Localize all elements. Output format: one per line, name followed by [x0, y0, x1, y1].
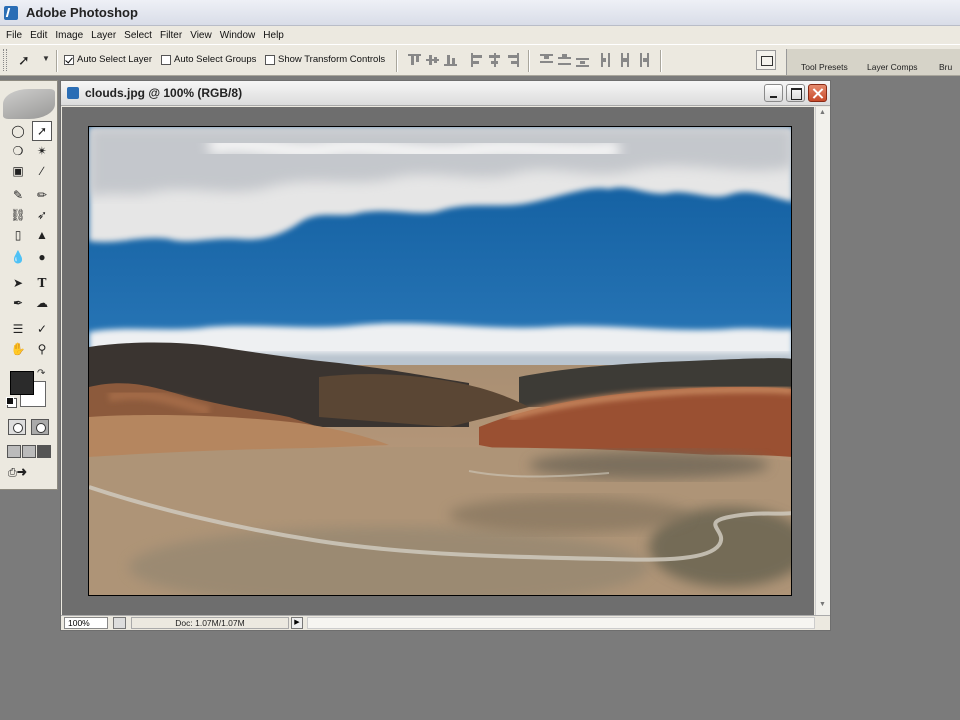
default-colors-icon[interactable]: [6, 397, 14, 405]
separator: [660, 50, 662, 72]
healing-brush-tool-icon[interactable]: ✎: [8, 185, 28, 205]
zoom-tool-icon[interactable]: ⚲: [32, 339, 52, 359]
pen-tool-icon[interactable]: ✒: [8, 293, 28, 313]
slice-tool-icon[interactable]: ∕: [32, 161, 52, 181]
quick-mask-mode-button[interactable]: [31, 419, 49, 435]
separator: [396, 50, 398, 72]
distribute-horizontal-centers-icon[interactable]: [618, 53, 631, 67]
menu-edit[interactable]: Edit: [28, 30, 53, 41]
separator: [56, 50, 58, 72]
tab-tool-presets[interactable]: Tool Presets: [801, 62, 848, 72]
custom-shape-tool-icon[interactable]: ☁: [32, 293, 52, 313]
standard-screen-mode-button[interactable]: [7, 445, 21, 458]
adobe-feather-logo[interactable]: [3, 89, 55, 119]
landscape-photo[interactable]: [88, 126, 792, 596]
eraser-tool-icon[interactable]: ▯: [8, 225, 28, 245]
checkbox-box[interactable]: [265, 54, 275, 65]
history-brush-tool-icon[interactable]: ➶: [32, 205, 52, 225]
menu-file[interactable]: File: [4, 30, 28, 41]
menu-image[interactable]: Image: [53, 30, 89, 41]
eyedropper-tool-icon[interactable]: ✓: [32, 319, 52, 339]
document-titlebar[interactable]: clouds.jpg @ 100% (RGB/8): [61, 81, 830, 106]
zoom-field[interactable]: 100%: [64, 617, 108, 629]
vertical-scrollbar[interactable]: ▲ ▼: [815, 107, 830, 615]
jump-to-imageready-icon[interactable]: ⎙➜: [8, 467, 50, 485]
options-bar-grip[interactable]: [3, 49, 7, 71]
landscape-photo-image: [89, 127, 791, 595]
distribute-right-edges-icon[interactable]: [636, 53, 649, 67]
full-screen-menu-mode-button[interactable]: [22, 445, 36, 458]
clone-stamp-tool-icon[interactable]: ⛓: [8, 205, 28, 225]
distribute-top-edges-icon[interactable]: [540, 53, 553, 67]
foreground-color-swatch[interactable]: [10, 371, 34, 395]
swap-colors-icon[interactable]: ↷: [37, 368, 45, 379]
notes-tool-icon[interactable]: ☰: [8, 319, 28, 339]
auto-select-groups-label: Auto Select Groups: [174, 54, 257, 65]
maximize-button[interactable]: [786, 84, 805, 102]
align-vertical-centers-icon[interactable]: [426, 53, 439, 67]
horizontal-scrollbar[interactable]: [307, 617, 815, 629]
file-browser-button[interactable]: [756, 50, 776, 70]
document-title: clouds.jpg @ 100% (RGB/8): [85, 86, 243, 100]
document-icon: [67, 87, 79, 99]
menu-window[interactable]: Window: [218, 30, 262, 41]
toolbox: ◯ ➚ ❍ ✴ ▣ ∕ ✎ ✏ ⛓ ➶ ▯ ▲ 💧 ● ➤ T ✒ ☁ ☰ ✓ …: [0, 80, 58, 490]
dodge-tool-icon[interactable]: ●: [32, 247, 52, 267]
chevron-down-icon[interactable]: ▼: [42, 54, 50, 63]
path-selection-tool-icon[interactable]: ➤: [8, 273, 28, 293]
auto-select-groups-checkbox[interactable]: Auto Select Groups: [161, 54, 256, 65]
show-transform-controls-checkbox[interactable]: Show Transform Controls: [265, 54, 385, 65]
menu-filter[interactable]: Filter: [158, 30, 188, 41]
menu-select[interactable]: Select: [122, 30, 158, 41]
status-menu-arrow-icon[interactable]: ▶: [291, 617, 303, 629]
menu-layer[interactable]: Layer: [89, 30, 122, 41]
distribute-left-edges-icon[interactable]: [600, 53, 613, 67]
brush-tool-icon[interactable]: ✏: [32, 185, 52, 205]
align-top-edges-icon[interactable]: [408, 53, 421, 67]
hand-tool-icon[interactable]: ✋: [8, 339, 28, 359]
palette-well: Tool Presets Layer Comps Bru: [786, 49, 960, 75]
doc-size-info: Doc: 1.07M/1.07M: [131, 617, 289, 629]
separator: [528, 50, 530, 72]
canvas-area[interactable]: [62, 107, 814, 615]
close-button[interactable]: [808, 84, 827, 102]
auto-select-layer-label: Auto Select Layer: [77, 54, 152, 65]
move-tool-preset-icon[interactable]: ➚: [18, 52, 30, 69]
elliptical-marquee-tool-icon[interactable]: ◯: [8, 121, 28, 141]
options-bar: ➚ ▼ Auto Select Layer Auto Select Groups…: [0, 44, 960, 76]
align-bottom-edges-icon[interactable]: [444, 53, 457, 67]
status-bar: 100% Doc: 1.07M/1.07M ▶: [61, 615, 830, 630]
align-left-edges-icon[interactable]: [470, 53, 483, 67]
move-tool-icon[interactable]: ➚: [32, 121, 52, 141]
scroll-down-icon[interactable]: ▼: [819, 601, 826, 608]
type-tool-icon[interactable]: T: [32, 273, 52, 293]
paint-bucket-tool-icon[interactable]: ▲: [32, 225, 52, 245]
align-right-edges-icon[interactable]: [506, 53, 519, 67]
full-screen-mode-button[interactable]: [37, 445, 51, 458]
standard-mode-button[interactable]: [8, 419, 26, 435]
app-title: Adobe Photoshop: [26, 5, 138, 20]
menu-view[interactable]: View: [188, 30, 218, 41]
crop-tool-icon[interactable]: ▣: [8, 161, 28, 181]
scroll-up-icon[interactable]: ▲: [819, 109, 826, 116]
align-horizontal-centers-icon[interactable]: [488, 53, 501, 67]
tab-brushes[interactable]: Bru: [939, 62, 952, 72]
minimize-button[interactable]: [764, 84, 783, 102]
auto-select-layer-checkbox[interactable]: Auto Select Layer: [64, 54, 152, 65]
magic-wand-tool-icon[interactable]: ✴: [32, 141, 52, 161]
app-titlebar: Adobe Photoshop: [0, 0, 960, 26]
menu-bar: File Edit Image Layer Select Filter View…: [0, 26, 960, 44]
show-transform-controls-label: Show Transform Controls: [278, 54, 386, 65]
checkbox-box[interactable]: [161, 54, 171, 65]
status-info-icon[interactable]: [113, 617, 126, 629]
tab-layer-comps[interactable]: Layer Comps: [867, 62, 918, 72]
distribute-vertical-centers-icon[interactable]: [558, 53, 571, 67]
lasso-tool-icon[interactable]: ❍: [8, 141, 28, 161]
checkbox-box[interactable]: [64, 54, 74, 65]
distribute-bottom-edges-icon[interactable]: [576, 53, 589, 67]
document-window: clouds.jpg @ 100% (RGB/8) ▲ ▼ 100% Doc: …: [60, 80, 831, 631]
photoshop-app-icon: [4, 6, 18, 20]
menu-help[interactable]: Help: [261, 30, 290, 41]
blur-tool-icon[interactable]: 💧: [8, 247, 28, 267]
